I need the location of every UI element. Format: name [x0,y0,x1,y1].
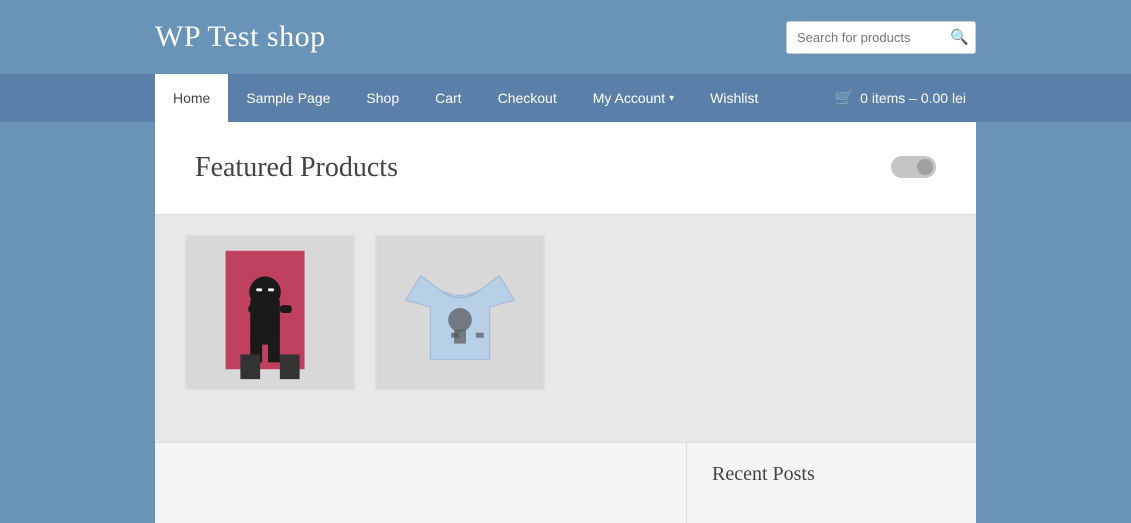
search-icon: 🔍 [950,29,969,46]
sidebar-lower: Recent Posts [686,443,976,523]
cart-summary[interactable]: 🛒 0 items – 0.00 lei [824,74,976,122]
nav-label-checkout: Checkout [498,90,557,106]
header: WP Test shop 🔍 [0,0,1131,74]
product-ninja-image [186,236,354,389]
nav-item-checkout[interactable]: Checkout [480,74,575,122]
featured-header: Featured Products [155,122,976,215]
nav-label-home: Home [173,90,210,106]
site-title: WP Test shop [155,20,326,54]
nav-label-sample-page: Sample Page [246,90,330,106]
search-input[interactable] [787,22,942,53]
nav-item-home[interactable]: Home [155,74,228,122]
search-bar[interactable]: 🔍 [786,21,976,54]
featured-title: Featured Products [195,152,936,184]
main-lower [155,443,686,523]
nav-label-shop: Shop [366,90,399,106]
cart-label: 0 items – 0.00 lei [860,90,966,106]
nav-item-cart[interactable]: Cart [417,74,479,122]
nav-label-cart: Cart [435,90,461,106]
search-button[interactable]: 🔍 [942,22,976,52]
nav-label-my-account: My Account [593,90,665,106]
product-tshirt-image [376,236,544,389]
nav-item-shop[interactable]: Shop [348,74,417,122]
cart-icon: 🛒 [834,88,854,108]
chevron-down-icon: ▾ [669,93,674,104]
recent-posts-title: Recent Posts [712,463,951,486]
nav-item-my-account[interactable]: My Account ▾ [575,74,692,122]
toggle-button[interactable] [891,156,936,178]
product-card-tshirt[interactable] [375,235,545,390]
products-section [155,215,976,410]
nav-label-wishlist: Wishlist [710,90,758,106]
navbar: Home Sample Page Shop Cart Checkout My A… [0,74,1131,122]
product-card-ninja[interactable] [185,235,355,390]
main-content: Featured Products [155,122,976,442]
nav-item-wishlist[interactable]: Wishlist [692,74,776,122]
nav-item-sample-page[interactable]: Sample Page [228,74,348,122]
lower-section: Recent Posts [155,442,976,523]
